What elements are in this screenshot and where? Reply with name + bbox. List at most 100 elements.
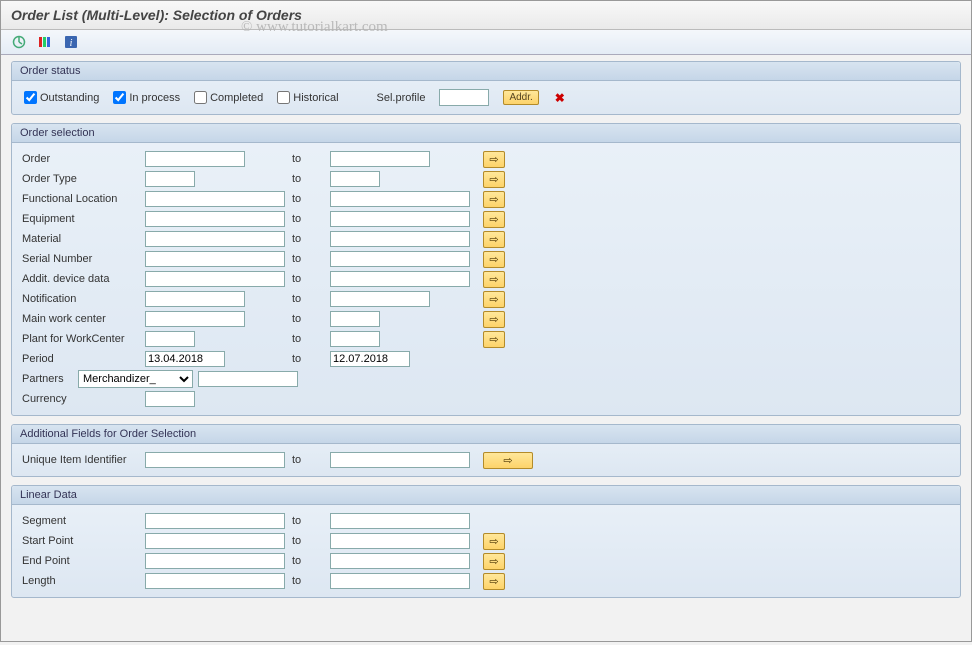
start-point-opt-button[interactable]: ⇨ bbox=[483, 533, 505, 550]
variant-icon[interactable] bbox=[35, 33, 55, 51]
end-point-opt-button[interactable]: ⇨ bbox=[483, 553, 505, 570]
label-notification: Notification bbox=[20, 293, 145, 305]
partners-value-input[interactable] bbox=[198, 371, 298, 387]
row-plant-wc: Plant for WorkCenter to ⇨ bbox=[20, 329, 952, 349]
cancel-icon[interactable]: ✖ bbox=[555, 91, 565, 105]
start-point-to-input[interactable] bbox=[330, 533, 470, 549]
label-material: Material bbox=[20, 233, 145, 245]
linear-data-header: Linear Data bbox=[12, 486, 960, 505]
completed-checkbox-label[interactable]: Completed bbox=[194, 91, 263, 104]
notification-to-input[interactable] bbox=[330, 291, 430, 307]
func-loc-to-input[interactable] bbox=[330, 191, 470, 207]
sel-profile-input[interactable] bbox=[439, 89, 489, 106]
equipment-to-input[interactable] bbox=[330, 211, 470, 227]
order-type-opt-button[interactable]: ⇨ bbox=[483, 171, 505, 188]
row-main-wc: Main work center to ⇨ bbox=[20, 309, 952, 329]
app-header: Order List (Multi-Level): Selection of O… bbox=[1, 1, 971, 30]
material-to-input[interactable] bbox=[330, 231, 470, 247]
to-label: to bbox=[290, 313, 330, 325]
addit-dev-to-input[interactable] bbox=[330, 271, 470, 287]
row-start-point: Start Point to ⇨ bbox=[20, 531, 952, 551]
label-period: Period bbox=[20, 353, 145, 365]
length-to-input[interactable] bbox=[330, 573, 470, 589]
label-plant-wc: Plant for WorkCenter bbox=[20, 333, 145, 345]
order-opt-button[interactable]: ⇨ bbox=[483, 151, 505, 168]
label-uid: Unique Item Identifier bbox=[20, 454, 145, 466]
to-label: to bbox=[290, 153, 330, 165]
uid-to-input[interactable] bbox=[330, 452, 470, 468]
order-from-input[interactable] bbox=[145, 151, 245, 167]
row-addit-dev: Addit. device data to ⇨ bbox=[20, 269, 952, 289]
label-length: Length bbox=[20, 575, 145, 587]
execute-icon[interactable] bbox=[9, 33, 29, 51]
serial-to-input[interactable] bbox=[330, 251, 470, 267]
addit-dev-from-input[interactable] bbox=[145, 271, 285, 287]
plant-wc-opt-button[interactable]: ⇨ bbox=[483, 331, 505, 348]
to-label: to bbox=[290, 515, 330, 527]
additional-fields-header: Additional Fields for Order Selection bbox=[12, 425, 960, 444]
outstanding-checkbox-label[interactable]: Outstanding bbox=[24, 91, 99, 104]
content-area[interactable]: Order status Outstanding In process Comp… bbox=[1, 55, 971, 645]
linear-data-group: Linear Data Segment to Start Point to ⇨ … bbox=[11, 485, 961, 598]
serial-opt-button[interactable]: ⇨ bbox=[483, 251, 505, 268]
segment-to-input[interactable] bbox=[330, 513, 470, 529]
main-wc-to-input[interactable] bbox=[330, 311, 380, 327]
in-process-checkbox-label[interactable]: In process bbox=[113, 91, 180, 104]
completed-checkbox[interactable] bbox=[194, 91, 207, 104]
row-uid: Unique Item Identifier to ⇨ bbox=[20, 450, 952, 470]
in-process-checkbox[interactable] bbox=[113, 91, 126, 104]
row-order: Order to ⇨ bbox=[20, 149, 952, 169]
label-equipment: Equipment bbox=[20, 213, 145, 225]
end-point-to-input[interactable] bbox=[330, 553, 470, 569]
uid-opt-button[interactable]: ⇨ bbox=[483, 452, 533, 469]
info-icon[interactable]: i bbox=[61, 33, 81, 51]
period-from-input[interactable] bbox=[145, 351, 225, 367]
equipment-from-input[interactable] bbox=[145, 211, 285, 227]
func-loc-from-input[interactable] bbox=[145, 191, 285, 207]
row-serial: Serial Number to ⇨ bbox=[20, 249, 952, 269]
period-to-input[interactable] bbox=[330, 351, 410, 367]
material-from-input[interactable] bbox=[145, 231, 285, 247]
historical-checkbox[interactable] bbox=[277, 91, 290, 104]
serial-from-input[interactable] bbox=[145, 251, 285, 267]
label-partners: Partners bbox=[20, 373, 78, 385]
order-to-input[interactable] bbox=[330, 151, 430, 167]
historical-checkbox-label[interactable]: Historical bbox=[277, 91, 338, 104]
completed-text: Completed bbox=[210, 92, 263, 104]
material-opt-button[interactable]: ⇨ bbox=[483, 231, 505, 248]
watermark-text: © www.tutorialkart.com bbox=[241, 19, 388, 36]
addr-button[interactable]: Addr. bbox=[503, 90, 538, 105]
uid-from-input[interactable] bbox=[145, 452, 285, 468]
start-point-from-input[interactable] bbox=[145, 533, 285, 549]
to-label: to bbox=[290, 454, 330, 466]
length-from-input[interactable] bbox=[145, 573, 285, 589]
func-loc-opt-button[interactable]: ⇨ bbox=[483, 191, 505, 208]
label-serial: Serial Number bbox=[20, 253, 145, 265]
order-selection-header: Order selection bbox=[12, 124, 960, 143]
to-label: to bbox=[290, 555, 330, 567]
page-title: Order List (Multi-Level): Selection of O… bbox=[11, 7, 961, 23]
end-point-from-input[interactable] bbox=[145, 553, 285, 569]
row-partners: Partners Merchandizer_ bbox=[20, 369, 952, 389]
notification-from-input[interactable] bbox=[145, 291, 245, 307]
to-label: to bbox=[290, 193, 330, 205]
main-wc-from-input[interactable] bbox=[145, 311, 245, 327]
outstanding-text: Outstanding bbox=[40, 92, 99, 104]
plant-wc-from-input[interactable] bbox=[145, 331, 195, 347]
order-type-to-input[interactable] bbox=[330, 171, 380, 187]
equipment-opt-button[interactable]: ⇨ bbox=[483, 211, 505, 228]
notification-opt-button[interactable]: ⇨ bbox=[483, 291, 505, 308]
row-period: Period to bbox=[20, 349, 952, 369]
plant-wc-to-input[interactable] bbox=[330, 331, 380, 347]
label-currency: Currency bbox=[20, 393, 145, 405]
currency-input[interactable] bbox=[145, 391, 195, 407]
to-label: to bbox=[290, 273, 330, 285]
partners-select[interactable]: Merchandizer_ bbox=[78, 370, 193, 388]
main-wc-opt-button[interactable]: ⇨ bbox=[483, 311, 505, 328]
segment-from-input[interactable] bbox=[145, 513, 285, 529]
addit-dev-opt-button[interactable]: ⇨ bbox=[483, 271, 505, 288]
length-opt-button[interactable]: ⇨ bbox=[483, 573, 505, 590]
outstanding-checkbox[interactable] bbox=[24, 91, 37, 104]
order-type-from-input[interactable] bbox=[145, 171, 195, 187]
to-label: to bbox=[290, 253, 330, 265]
